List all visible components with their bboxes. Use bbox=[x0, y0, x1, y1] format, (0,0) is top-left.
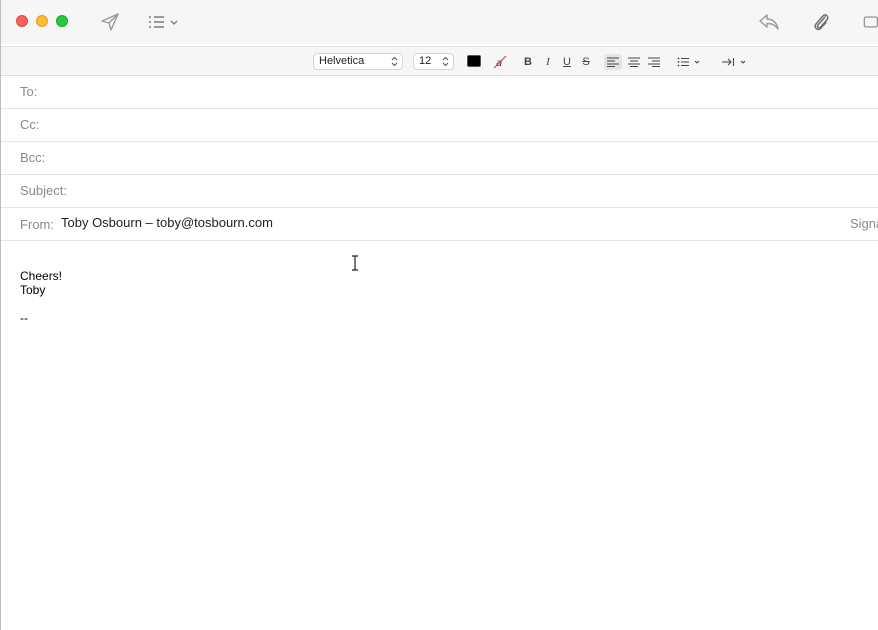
background-color-icon[interactable]: a bbox=[492, 54, 508, 70]
from-label: From: bbox=[20, 217, 54, 232]
subject-label: Subject: bbox=[20, 183, 67, 198]
strikethrough-button[interactable]: S bbox=[579, 54, 593, 70]
list-style-icon[interactable] bbox=[676, 54, 704, 70]
header-fields-icon[interactable] bbox=[147, 11, 181, 33]
to-field-row[interactable]: To: bbox=[1, 76, 878, 109]
align-center-icon[interactable] bbox=[625, 54, 643, 70]
from-field-row: From: Toby Osbourn – toby@tosbourn.com S… bbox=[1, 208, 878, 241]
stepper-arrows-icon bbox=[391, 56, 398, 67]
body-line-name: Toby bbox=[20, 283, 46, 297]
cc-field-row[interactable]: Cc: bbox=[1, 109, 878, 142]
body-line-signature-separator: -- bbox=[20, 311, 28, 325]
subject-field-row[interactable]: Subject: bbox=[1, 175, 878, 208]
indent-icon[interactable] bbox=[720, 54, 750, 70]
bcc-label: Bcc: bbox=[20, 150, 46, 165]
bcc-field-row[interactable]: Bcc: bbox=[1, 142, 878, 175]
compose-window: Helvetica 12 a B I U S bbox=[0, 0, 878, 630]
from-account-select[interactable]: Toby Osbourn – toby@tosbourn.com bbox=[61, 215, 273, 230]
photo-browser-icon[interactable] bbox=[861, 11, 878, 33]
font-family-value: Helvetica bbox=[319, 55, 365, 67]
align-right-icon[interactable] bbox=[645, 54, 663, 70]
format-bar: Helvetica 12 a B I U S bbox=[1, 46, 878, 76]
font-size-select[interactable]: 12 bbox=[413, 53, 454, 70]
italic-button[interactable]: I bbox=[541, 54, 555, 70]
font-size-value: 12 bbox=[419, 55, 432, 67]
title-toolbar bbox=[1, 0, 878, 44]
reply-icon[interactable] bbox=[757, 11, 781, 33]
cc-label: Cc: bbox=[20, 117, 40, 132]
send-icon[interactable] bbox=[99, 11, 121, 33]
bold-button[interactable]: B bbox=[521, 54, 535, 70]
message-body[interactable] bbox=[1, 241, 878, 630]
body-line-cheers: Cheers! bbox=[20, 269, 63, 283]
signature-select[interactable]: Signa bbox=[850, 216, 878, 231]
font-family-select[interactable]: Helvetica bbox=[313, 53, 403, 70]
to-label: To: bbox=[20, 84, 38, 99]
attachment-icon[interactable] bbox=[810, 10, 832, 34]
cursor-ibeam-icon bbox=[350, 255, 360, 276]
minimize-window-button[interactable] bbox=[36, 15, 48, 27]
underline-button[interactable]: U bbox=[560, 54, 574, 70]
stepper-arrows-icon bbox=[442, 56, 449, 67]
close-window-button[interactable] bbox=[16, 15, 28, 27]
align-left-icon[interactable] bbox=[604, 54, 622, 70]
zoom-window-button[interactable] bbox=[56, 15, 68, 27]
text-color-swatch[interactable] bbox=[467, 55, 481, 67]
